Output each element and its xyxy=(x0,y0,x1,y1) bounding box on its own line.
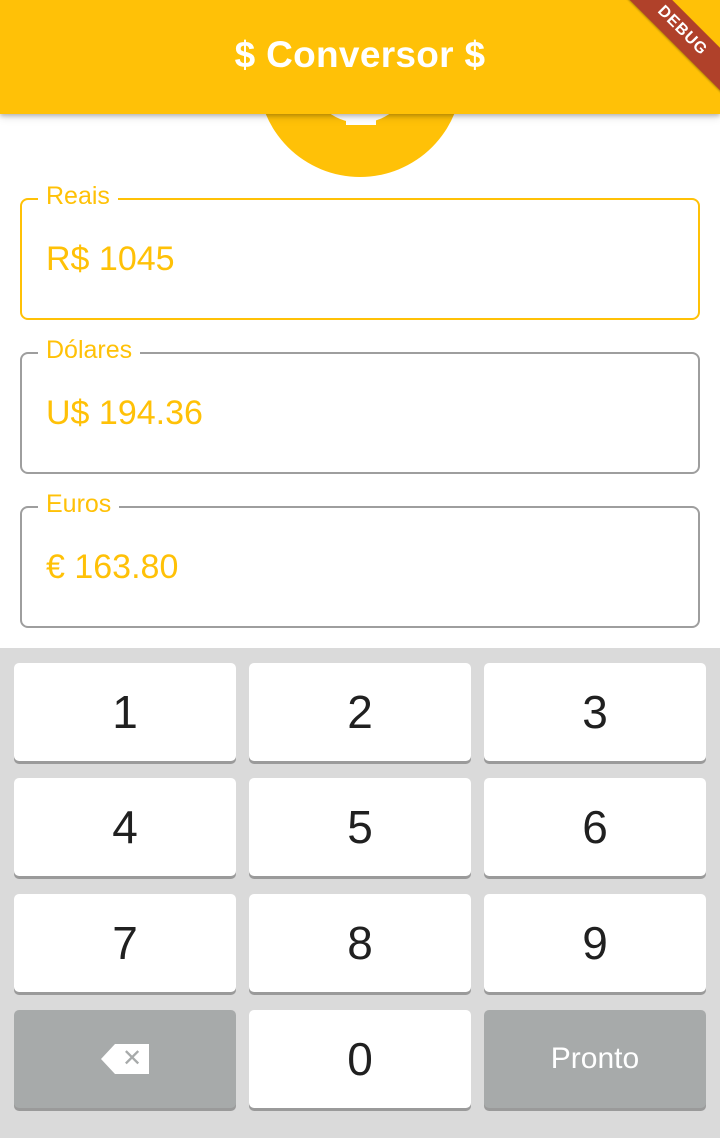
key-7[interactable]: 7 xyxy=(14,894,236,992)
key-6[interactable]: 6 xyxy=(484,778,706,876)
dolares-field[interactable]: Dólares U$ 194.36 xyxy=(20,336,700,474)
key-3[interactable]: 3 xyxy=(484,663,706,761)
backspace-icon-glyph: ✕ xyxy=(115,1044,149,1074)
key-9[interactable]: 9 xyxy=(484,894,706,992)
backspace-icon: ✕ xyxy=(101,1044,149,1074)
euros-field[interactable]: Euros € 163.80 xyxy=(20,490,700,628)
reais-field[interactable]: Reais R$ 1045 xyxy=(20,182,700,320)
app-title: $ Conversor $ xyxy=(234,34,486,75)
euros-label: Euros xyxy=(38,490,120,519)
key-8[interactable]: 8 xyxy=(249,894,471,992)
dolares-label: Dólares xyxy=(38,336,141,365)
key-4[interactable]: 4 xyxy=(14,778,236,876)
key-0[interactable]: 0 xyxy=(249,1010,471,1108)
backspace-key[interactable]: ✕ xyxy=(14,1010,236,1108)
reais-label: Reais xyxy=(38,182,118,211)
key-1[interactable]: 1 xyxy=(14,663,236,761)
converter-screen: $ Conversor $ DEBUG Reais R$ 1045 Dólare… xyxy=(0,0,720,1138)
key-5[interactable]: 5 xyxy=(249,778,471,876)
dolares-value[interactable]: U$ 194.36 xyxy=(46,394,203,433)
key-2[interactable]: 2 xyxy=(249,663,471,761)
numeric-keyboard: 1 2 3 4 5 6 7 8 9 ✕ 0 Pronto xyxy=(0,648,720,1138)
reais-value[interactable]: R$ 1045 xyxy=(46,240,175,279)
euros-value[interactable]: € 163.80 xyxy=(46,548,178,587)
app-bar: $ Conversor $ xyxy=(0,0,720,114)
done-key[interactable]: Pronto xyxy=(484,1010,706,1108)
